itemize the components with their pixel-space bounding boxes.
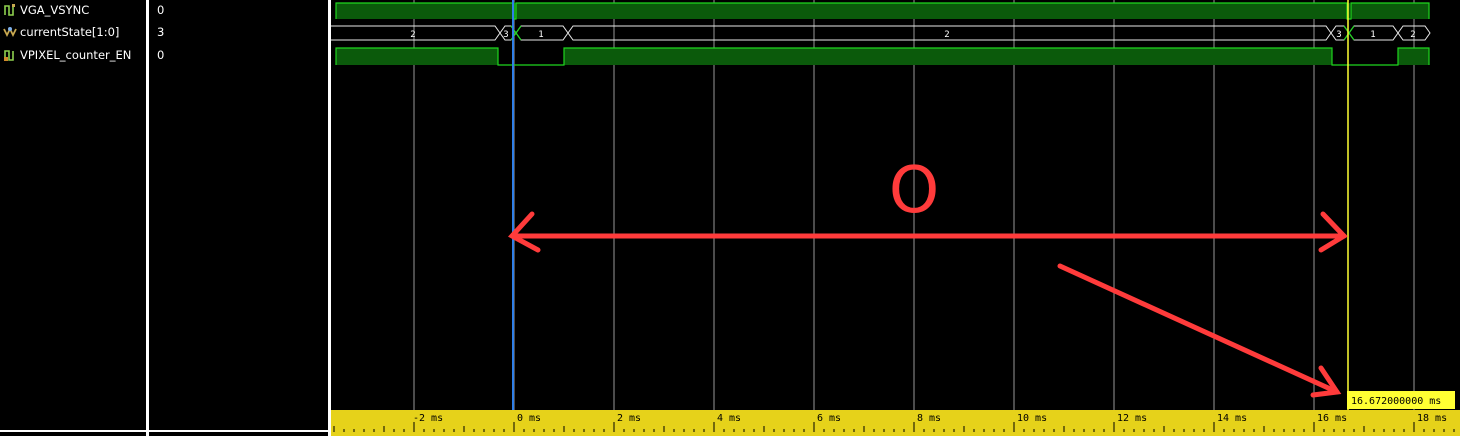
signal-name: currentState[1:0] — [20, 25, 120, 39]
cursor-time-readout: 16.672000000 ms — [1347, 391, 1455, 409]
bus-state-label: 2 — [410, 30, 415, 40]
waveform-vga-vsync[interactable] — [335, 2, 1430, 20]
tick-label: 6 ms — [817, 413, 841, 424]
bus-state-label: 2 — [944, 30, 949, 40]
waveform-view[interactable]: 2 3 1 2 3 1 2 O -2 ms 0 ms 2 ms 4 ms 6 m… — [331, 0, 1460, 436]
panel-bottom-border — [149, 430, 328, 432]
tick-label: 18 ms — [1417, 413, 1447, 424]
bit-signal-icon — [4, 4, 15, 16]
signal-value-panel: 0 3 0 — [149, 0, 328, 436]
signal-name: VGA_VSYNC — [20, 3, 90, 17]
signal-value: 3 — [157, 25, 165, 39]
svg-text:O: O — [889, 154, 939, 228]
tick-label: -2 ms — [413, 413, 443, 424]
cursor-time-value: 16.672000000 ms — [1351, 396, 1441, 407]
tick-label: 8 ms — [917, 413, 941, 424]
tick-label: 12 ms — [1117, 413, 1147, 424]
panel-bottom-border — [0, 430, 146, 432]
tick-label: 2 ms — [617, 413, 641, 424]
signal-row-current-state[interactable]: currentState[1:0] — [0, 21, 146, 43]
bus-state-label: 3 — [503, 30, 508, 40]
signal-row-vpixel-counter-en[interactable]: VPIXEL_counter_EN — [0, 44, 146, 66]
bus-state-label: 1 — [538, 30, 543, 40]
timeline-ruler[interactable]: -2 ms 0 ms 2 ms 4 ms 6 ms 8 ms 10 ms 12 … — [331, 410, 1460, 436]
signal-value: 0 — [157, 3, 165, 17]
tick-label: 14 ms — [1217, 413, 1247, 424]
tick-label: 0 ms — [517, 413, 541, 424]
tick-label: 4 ms — [717, 413, 741, 424]
annotation-circle: O — [889, 154, 939, 228]
bus-state-label: 2 — [1410, 30, 1415, 40]
bus-state-label: 3 — [1336, 30, 1341, 40]
bus-state-label: 1 — [1370, 30, 1375, 40]
waveform-vpixel-counter-en[interactable] — [335, 47, 1430, 66]
signal-row-vga-vsync[interactable]: VGA_VSYNC — [0, 0, 146, 21]
waveform-current-state[interactable] — [331, 25, 1431, 41]
signal-name-panel: VGA_VSYNC currentState[1:0] VPIXEL_count… — [0, 0, 146, 436]
annotation-pointer-arrow — [1057, 263, 1342, 398]
signal-value: 0 — [157, 48, 165, 62]
tick-label: 10 ms — [1017, 413, 1047, 424]
bus-signal-icon — [3, 26, 17, 38]
signal-name: VPIXEL_counter_EN — [20, 48, 132, 62]
tick-label: 16 ms — [1317, 413, 1347, 424]
bit-signal-icon — [4, 50, 14, 61]
